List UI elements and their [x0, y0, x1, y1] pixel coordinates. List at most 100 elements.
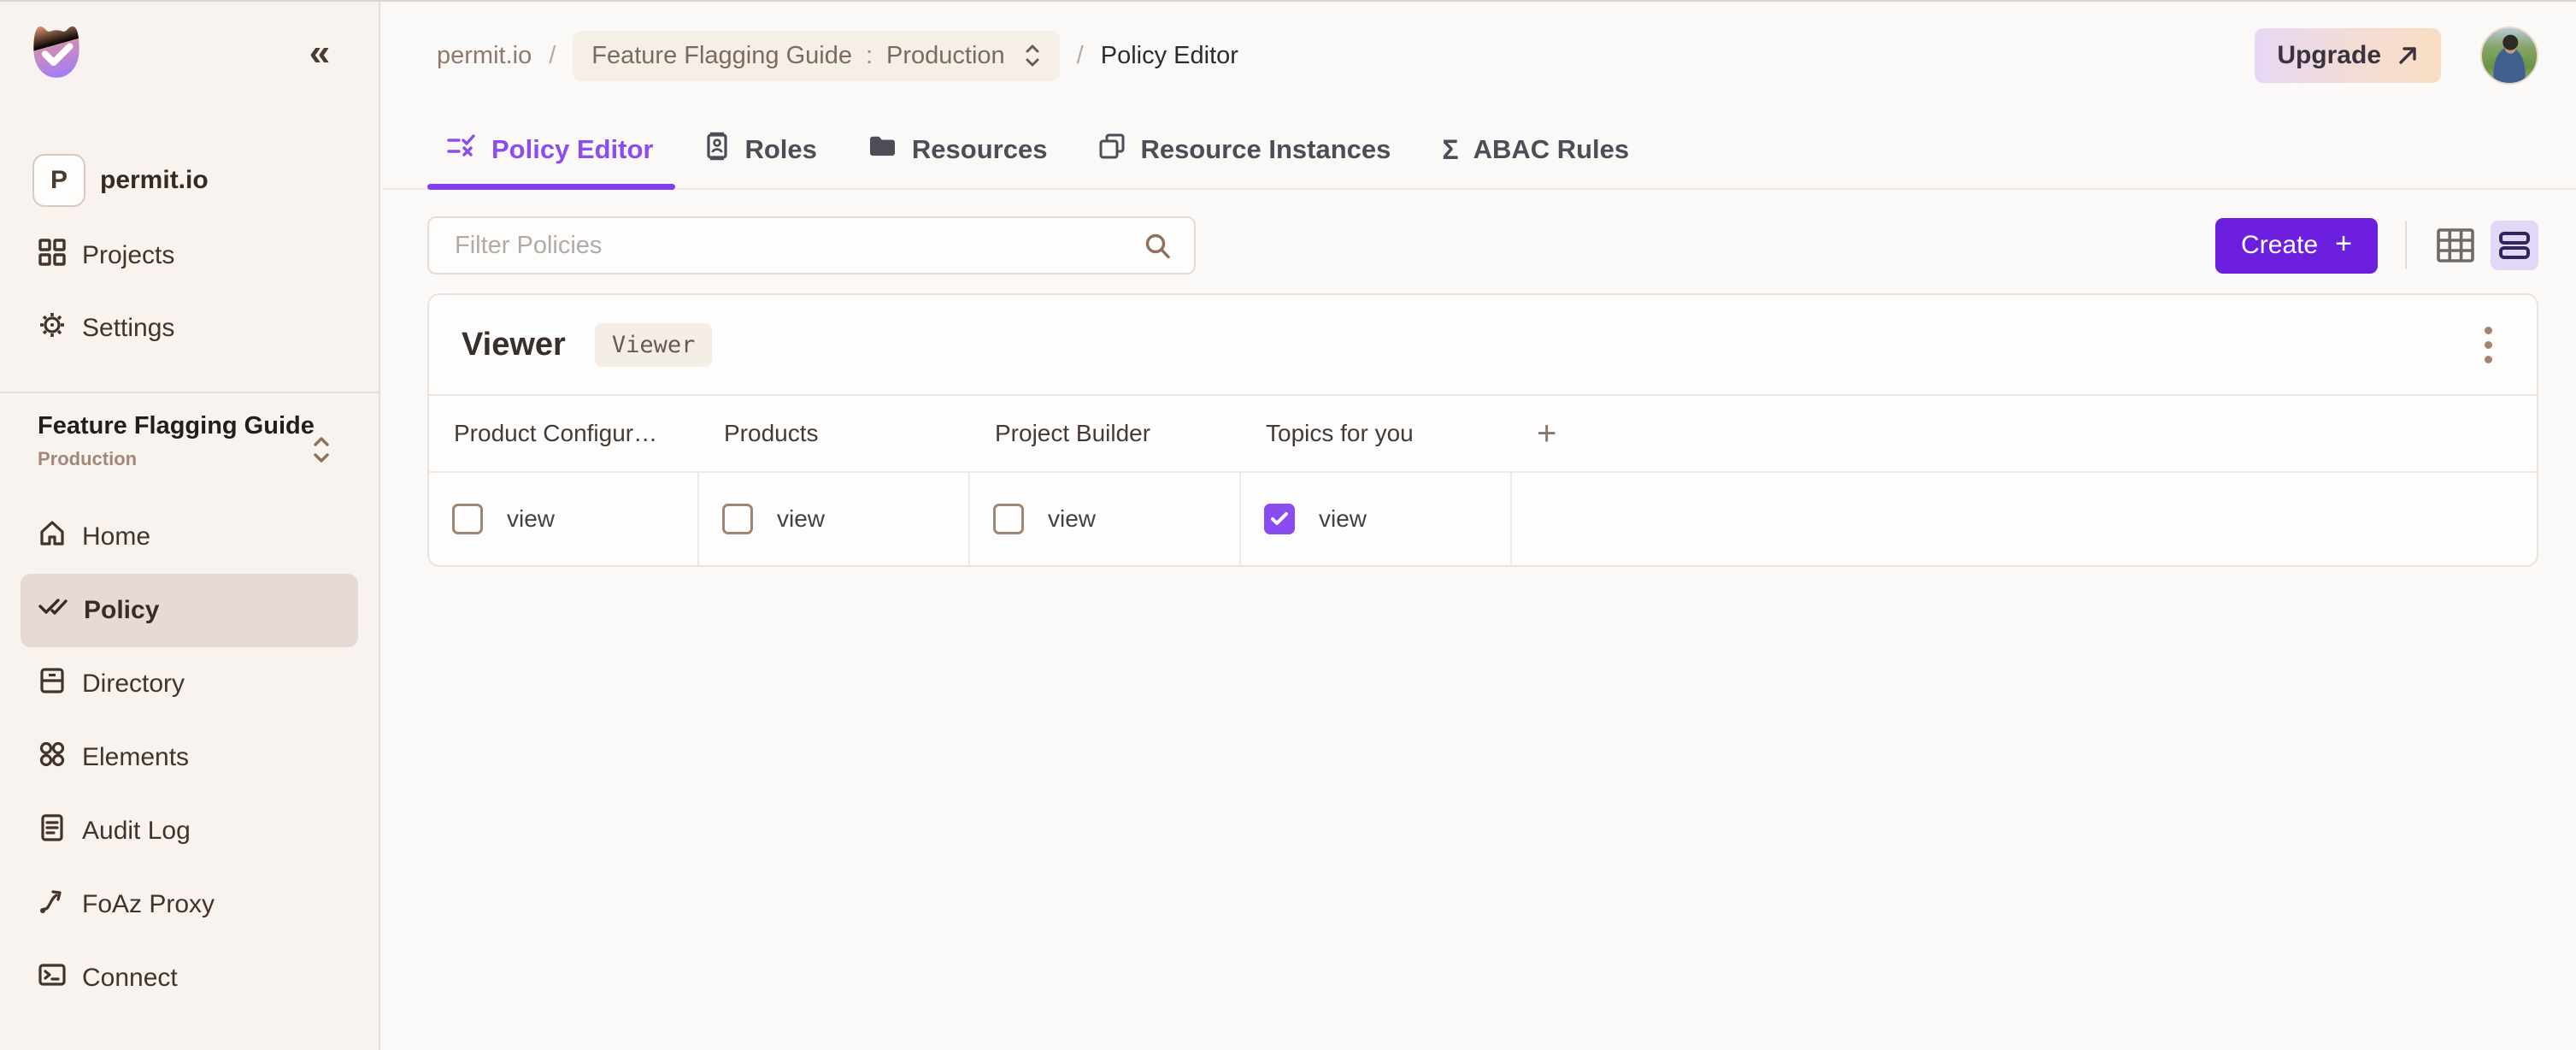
breadcrumb-separator: /: [1077, 42, 1084, 70]
policy-editor-icon: [446, 133, 477, 166]
four-circles-icon: [38, 740, 67, 776]
kebab-menu-icon[interactable]: [2473, 318, 2504, 372]
column-header-product-configurations: Product Configur…: [429, 420, 699, 447]
sidebar-item-audit-log[interactable]: Audit Log: [21, 794, 358, 868]
tab-roles[interactable]: Roles: [704, 111, 816, 188]
top-header: permit.io / Feature Flagging Guide : Pro…: [382, 0, 2576, 111]
permissions-row: view view view view: [429, 473, 2537, 565]
permission-label: view: [777, 505, 825, 533]
column-header-project-builder: Project Builder: [970, 420, 1241, 447]
project-environment-selector[interactable]: Feature Flagging Guide Production: [0, 392, 379, 500]
permission-cell-topics-for-you: view: [1241, 473, 1512, 565]
double-check-icon: [38, 594, 68, 627]
sidebar-item-connect[interactable]: Connect: [21, 941, 358, 1015]
id-badge-icon: [704, 132, 730, 168]
view-checkbox[interactable]: [722, 504, 753, 534]
upgrade-label: Upgrade: [2277, 41, 2381, 70]
permission-cell-empty: [1512, 473, 2537, 565]
permission-cell-product-configurations: view: [429, 473, 699, 565]
sidebar-item-label: Elements: [82, 743, 189, 772]
resource-columns-header: Product Configur… Products Project Build…: [429, 396, 2537, 473]
sidebar: « P permit.io Projects: [0, 0, 380, 1050]
tab-abac-rules[interactable]: Σ ABAC Rules: [1442, 111, 1629, 188]
environment-name: Production: [38, 448, 344, 470]
sidebar-item-policy[interactable]: Policy: [21, 574, 358, 647]
search-icon: [1143, 231, 1173, 266]
directory-cabinet-icon: [38, 666, 67, 702]
policy-toolbar: Create +: [382, 216, 2576, 274]
add-resource-plus-icon[interactable]: +: [1512, 416, 2537, 451]
breadcrumb-colon: :: [866, 42, 873, 70]
view-checkbox[interactable]: [993, 504, 1024, 534]
main-area: permit.io / Feature Flagging Guide : Pro…: [382, 0, 2576, 1050]
sidebar-collapse-icon[interactable]: «: [294, 31, 345, 79]
permit-logo-icon[interactable]: [22, 19, 91, 87]
breadcrumb: permit.io / Feature Flagging Guide : Pro…: [437, 31, 1238, 81]
sidebar-item-label: Home: [82, 522, 150, 552]
tab-resource-instances[interactable]: Resource Instances: [1098, 111, 1391, 188]
column-header-topics-for-you: Topics for you: [1241, 420, 1512, 447]
toolbar-divider: [2405, 221, 2407, 269]
filter-policies-input[interactable]: [427, 216, 1196, 274]
tab-bar: Policy Editor Roles Resources: [382, 111, 2576, 190]
chevron-up-down-icon: [1024, 43, 1041, 68]
sidebar-top-nav: Projects Settings: [0, 219, 379, 364]
arrow-up-right-icon: [2397, 44, 2419, 67]
breadcrumb-project: Feature Flagging Guide: [591, 42, 852, 70]
sidebar-item-label: Policy: [84, 596, 159, 625]
tab-label: Resources: [912, 134, 1048, 165]
breadcrumb-page: Policy Editor: [1101, 42, 1238, 70]
sidebar-item-elements[interactable]: Elements: [21, 721, 358, 794]
view-checkbox[interactable]: [452, 504, 483, 534]
view-checkbox[interactable]: [1264, 504, 1295, 534]
sidebar-item-label: Audit Log: [82, 817, 191, 846]
sigma-icon: Σ: [1442, 136, 1458, 163]
breadcrumb-environment: Production: [886, 42, 1005, 70]
copy-pages-icon: [1098, 133, 1126, 167]
create-label: Create: [2241, 231, 2318, 260]
sidebar-item-directory[interactable]: Directory: [21, 647, 358, 721]
tab-label: Roles: [744, 134, 816, 165]
permission-label: view: [507, 505, 555, 533]
project-name: Feature Flagging Guide: [38, 412, 344, 440]
document-lines-icon: [38, 813, 67, 849]
tab-label: Resource Instances: [1140, 134, 1391, 165]
sidebar-item-home[interactable]: Home: [21, 500, 358, 574]
permission-cell-products: view: [699, 473, 970, 565]
breadcrumb-org[interactable]: permit.io: [437, 42, 532, 70]
sidebar-item-projects[interactable]: Projects: [21, 219, 358, 292]
home-icon: [38, 519, 67, 555]
breadcrumb-separator: /: [549, 42, 556, 70]
user-avatar[interactable]: [2480, 27, 2538, 85]
grid-view-toggle[interactable]: [2434, 221, 2477, 269]
sidebar-item-label: Connect: [82, 964, 178, 993]
create-button[interactable]: Create +: [2215, 218, 2378, 274]
role-card-header: Viewer Viewer: [429, 295, 2537, 396]
sidebar-item-foaz-proxy[interactable]: FoAz Proxy: [21, 868, 358, 941]
role-title: Viewer: [462, 327, 566, 363]
tab-label: ABAC Rules: [1473, 134, 1630, 165]
role-key-badge: Viewer: [595, 323, 713, 367]
org-initial-badge: P: [32, 154, 85, 207]
tab-resources[interactable]: Resources: [868, 111, 1048, 188]
sidebar-item-label: FoAz Proxy: [82, 890, 215, 919]
permission-label: view: [1048, 505, 1096, 533]
list-view-toggle-selected[interactable]: [2491, 221, 2538, 270]
plus-icon: +: [2335, 227, 2352, 261]
tab-policy-editor[interactable]: Policy Editor: [446, 111, 653, 188]
sidebar-main-nav: Home Policy Directory: [0, 500, 379, 1015]
breadcrumb-project-env-selector[interactable]: Feature Flagging Guide : Production: [573, 31, 1059, 81]
sidebar-item-settings[interactable]: Settings: [21, 292, 358, 364]
route-arrow-icon: [38, 887, 67, 923]
gear-icon: [38, 310, 67, 346]
upgrade-button[interactable]: Upgrade: [2255, 28, 2441, 83]
tab-label: Policy Editor: [491, 134, 653, 165]
terminal-icon: [38, 960, 67, 996]
column-header-products: Products: [699, 420, 970, 447]
org-switcher[interactable]: P permit.io: [32, 154, 209, 207]
sidebar-item-label: Settings: [82, 314, 174, 343]
org-name: permit.io: [100, 166, 209, 195]
window-top-edge: [0, 0, 2576, 2]
sidebar-item-label: Directory: [82, 670, 185, 699]
role-policy-card: Viewer Viewer Product Configur… Products…: [427, 293, 2538, 567]
